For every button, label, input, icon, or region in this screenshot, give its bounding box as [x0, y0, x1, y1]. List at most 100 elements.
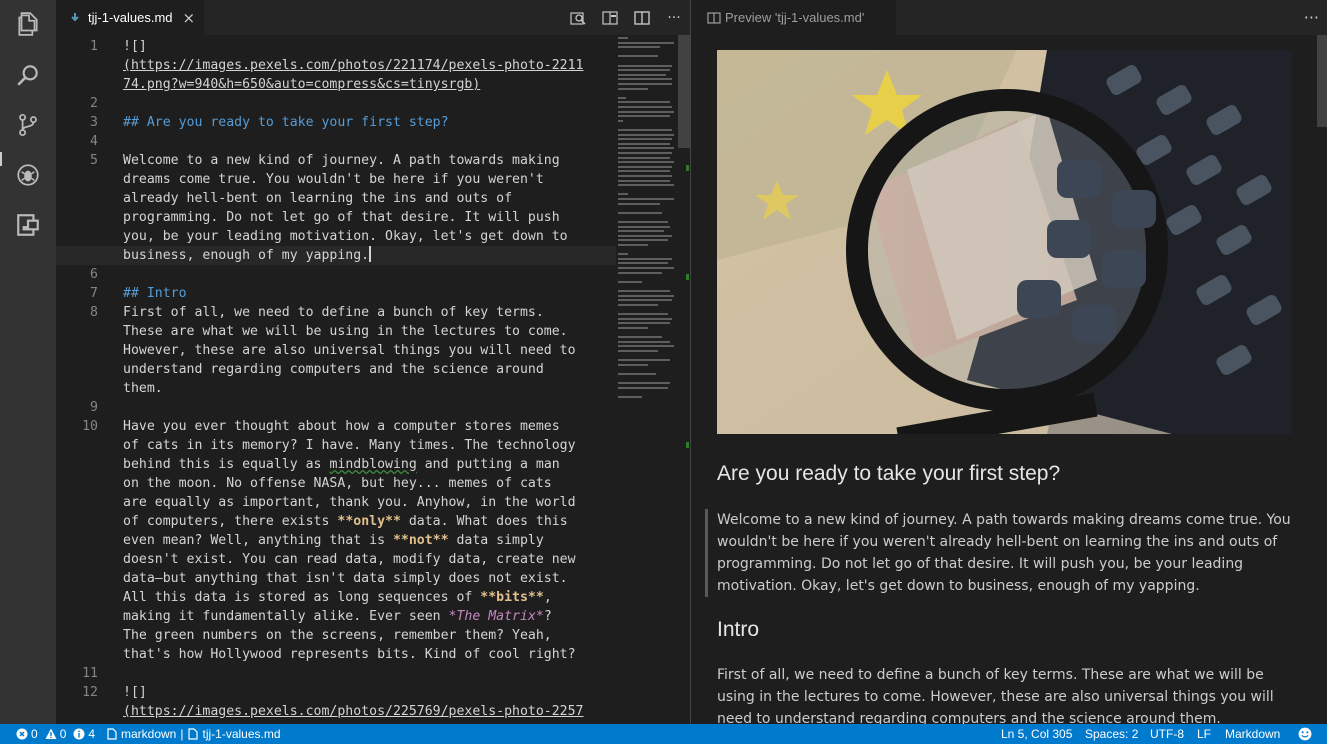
code-text: These are what we will be using in the l…: [123, 322, 568, 341]
code-line[interactable]: already hell-bent on learning the ins an…: [56, 189, 616, 208]
minimap-line: [618, 142, 670, 145]
preview-tab-bar: Preview 'tjj-1-values.md' ···: [691, 0, 1327, 35]
code-line[interactable]: 8 First of all, we need to define a bunch…: [56, 303, 616, 322]
code-segment: ![]: [123, 39, 147, 54]
code-line[interactable]: data—but anything that isn't data simply…: [56, 569, 616, 588]
tab-tjj-1-values[interactable]: tjj-1-values.md ×: [56, 0, 204, 35]
code-line[interactable]: (https://images.pexels.com/photos/221174…: [56, 56, 616, 75]
code-line[interactable]: 2: [56, 94, 616, 113]
debug-icon[interactable]: [14, 161, 42, 189]
split-editor-icon: [634, 10, 650, 25]
code-line[interactable]: 3 ## Are you ready to take your first ste…: [56, 113, 616, 132]
split-editor-button[interactable]: [626, 0, 658, 35]
code-line[interactable]: them.: [56, 379, 616, 398]
code-line[interactable]: dreams come true. You wouldn't be here i…: [56, 170, 616, 189]
minimap[interactable]: [616, 35, 676, 724]
status-bar: 0 0 4 markdown | tjj-1-values.md Ln 5, C…: [0, 724, 1327, 744]
editor-scroll-thumb[interactable]: [678, 35, 690, 148]
eol-status[interactable]: LF: [1197, 724, 1211, 744]
code-line[interactable]: However, these are also universal things…: [56, 341, 616, 360]
code-line[interactable]: The green numbers on the screens, rememb…: [56, 626, 616, 645]
open-preview-side-button[interactable]: [594, 0, 626, 35]
preview-heading-first-step: Are you ready to take your first step?: [717, 462, 1061, 485]
code-line[interactable]: behind this is equally as mindblowing an…: [56, 455, 616, 474]
preview-tab-icon: [707, 11, 721, 24]
minimap-line: [618, 184, 674, 187]
line-number: 11: [82, 666, 98, 681]
code-line[interactable]: you, be your leading motivation. Okay, l…: [56, 227, 616, 246]
editor-group: tjj-1-values.md × ··· 1 ![] (https://image…: [56, 0, 690, 724]
code-line[interactable]: All this data is stored as long sequence…: [56, 588, 616, 607]
code-segment: data—but anything that isn't data simply…: [123, 571, 568, 586]
search-icon[interactable]: [14, 61, 42, 89]
code-text: ## Are you ready to take your first step…: [123, 113, 449, 132]
extensions-icon[interactable]: [14, 211, 42, 239]
minimap-line: [618, 101, 670, 104]
minimap-line: [618, 349, 658, 352]
markdown-status[interactable]: markdown | tjj-1-values.md: [106, 724, 281, 744]
code-line[interactable]: of computers, there exists **only** data…: [56, 512, 616, 531]
code-editor[interactable]: 1 ![] (https://images.pexels.com/photos/22…: [56, 35, 616, 724]
code-segment: ,: [543, 590, 552, 605]
code-line[interactable]: 1 ![]: [56, 37, 616, 56]
minimap-line: [618, 340, 670, 343]
code-line[interactable]: of cats in its memory? I have. Many time…: [56, 436, 616, 455]
code-text: ![]: [123, 683, 147, 702]
preview-scroll-thumb[interactable]: [1317, 35, 1327, 127]
language-mode[interactable]: Markdown: [1225, 724, 1280, 744]
code-segment: ![]: [123, 685, 147, 700]
preview-tab-label: Preview 'tjj-1-values.md': [725, 10, 865, 25]
minimap-line: [618, 317, 672, 320]
code-line[interactable]: programming. Do not let go of that desir…: [56, 208, 616, 227]
indentation-status[interactable]: Spaces: 2: [1085, 724, 1138, 744]
code-line[interactable]: 11: [56, 664, 616, 683]
code-line[interactable]: 5 Welcome to a new kind of journey. A pat…: [56, 151, 616, 170]
more-actions-button[interactable]: ···: [658, 0, 690, 35]
open-preview-button[interactable]: [562, 0, 594, 35]
close-icon[interactable]: ×: [183, 9, 196, 27]
code-line[interactable]: are equally as important, thank you. Any…: [56, 493, 616, 512]
preview-scrollbar[interactable]: [1317, 35, 1327, 724]
minimap-line: [618, 225, 670, 228]
code-line[interactable]: doesn't exist. You can read data, modify…: [56, 550, 616, 569]
code-line[interactable]: 7 ## Intro: [56, 284, 616, 303]
feedback-smiley-icon[interactable]: [1298, 724, 1315, 744]
source-control-icon[interactable]: [14, 111, 42, 139]
tab-preview[interactable]: Preview 'tjj-1-values.md': [691, 0, 896, 35]
preview-more-button[interactable]: ···: [1304, 0, 1319, 35]
code-text: already hell-bent on learning the ins an…: [123, 189, 512, 208]
problems-status[interactable]: 0 0 4: [16, 724, 95, 744]
minimap-line: [618, 313, 668, 315]
info-count: 4: [88, 727, 96, 741]
code-line[interactable]: making it fundamentally alike. Ever seen…: [56, 607, 616, 626]
code-line[interactable]: that's how Hollywood represents bits. Ki…: [56, 645, 616, 664]
code-line[interactable]: understand regarding computers and the s…: [56, 360, 616, 379]
code-line[interactable]: even mean? Well, anything that is **not*…: [56, 531, 616, 550]
editor-scrollbar[interactable]: [676, 35, 690, 724]
preview-paragraph: First of all, we need to define a bunch …: [717, 664, 1297, 724]
code-line[interactable]: 4: [56, 132, 616, 151]
minimap-line: [618, 115, 670, 118]
explorer-icon[interactable]: [14, 10, 42, 38]
code-segment: making it fundamentally alike. Ever seen: [123, 609, 449, 624]
preview-blockquote: Welcome to a new kind of journey. A path…: [705, 509, 1307, 597]
code-text: doesn't exist. You can read data, modify…: [123, 550, 576, 569]
bold-markup: **only**: [337, 514, 401, 529]
encoding-status[interactable]: UTF-8: [1150, 724, 1184, 744]
code-text: data—but anything that isn't data simply…: [123, 569, 568, 588]
code-line[interactable]: 6: [56, 265, 616, 284]
minimap-line: [618, 106, 672, 108]
code-line[interactable]: business, enough of my yapping.: [56, 246, 616, 265]
code-line[interactable]: (https://images.pexels.com/photos/225769…: [56, 702, 616, 721]
cursor-position[interactable]: Ln 5, Col 305: [1001, 724, 1072, 744]
spellcheck-word: mindblowing: [329, 457, 417, 472]
code-line[interactable]: 12 ![]: [56, 683, 616, 702]
code-line[interactable]: 9: [56, 398, 616, 417]
code-line[interactable]: on the moon. No offense NASA, but hey...…: [56, 474, 616, 493]
code-line[interactable]: 74.png?w=940&h=650&auto=compress&cs=tiny…: [56, 75, 616, 94]
code-line[interactable]: These are what we will be using in the l…: [56, 322, 616, 341]
code-text: understand regarding computers and the s…: [123, 360, 544, 379]
code-text: behind this is equally as mindblowing an…: [123, 455, 560, 474]
code-segment: These are what we will be using in the l…: [123, 324, 568, 339]
code-line[interactable]: 10 Have you ever thought about how a comp…: [56, 417, 616, 436]
